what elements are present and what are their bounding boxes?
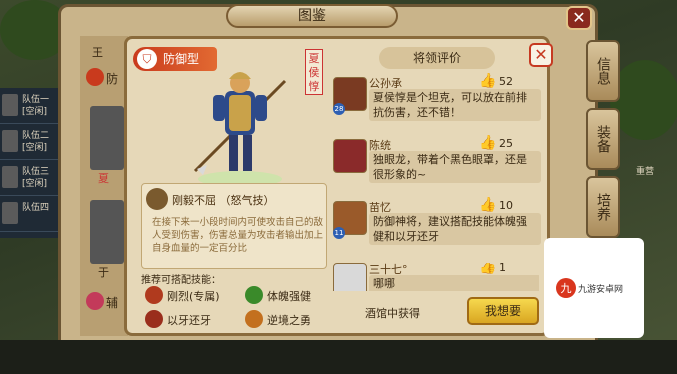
match-skill-label: 刚烈(专属) xyxy=(167,290,220,303)
like-count: 25 xyxy=(499,137,513,150)
match-skill[interactable]: 刚烈(专属) xyxy=(145,285,235,307)
skill-icon xyxy=(146,188,168,210)
general-card[interactable] xyxy=(90,106,124,170)
review-text: 哪哪 xyxy=(369,275,539,291)
skill-description: 在接下来一小段时间内可使攻击自己的敌人受到伤害，伤害总量为攻击者输出加上自身血量… xyxy=(152,217,324,254)
bg-label-wang: 王 xyxy=(92,46,103,59)
team-avatar xyxy=(2,94,18,116)
team-avatar xyxy=(2,166,18,188)
match-skill[interactable]: 以牙还牙 xyxy=(145,309,235,331)
match-skill-label: 逆境之勇 xyxy=(267,314,311,327)
match-skill-label: 以牙还牙 xyxy=(167,314,211,327)
svg-text:九: 九 xyxy=(561,282,572,295)
match-skills-title: 推荐可搭配技能： xyxy=(141,275,221,286)
team-status: [空闲] xyxy=(22,143,48,153)
bg-label-fu: 辅 xyxy=(106,296,119,310)
bg-label-fang: 防 xyxy=(106,72,119,86)
general-detail-dialog: ⛉ 防御型 夏侯惇 刚毅不屈 （怒气技） 在接下来一小段时间内可使攻击自己的敌人… xyxy=(124,36,553,336)
general-name-tag: 夏侯惇 xyxy=(305,49,323,95)
shield-icon xyxy=(86,68,104,86)
tab-equipment[interactable]: 装备 xyxy=(586,108,620,170)
skill-icon xyxy=(145,286,163,304)
team-avatar xyxy=(2,202,18,224)
review-item: 28 公孙承 👍 52 夏侯惇是个坦克，可以放在前排抗伤害，还不错！ xyxy=(333,73,541,135)
window-title: 图鉴 xyxy=(226,4,398,28)
bottom-bar xyxy=(0,340,677,374)
want-button[interactable]: 我想要 xyxy=(467,297,539,325)
thumbs-up-icon[interactable]: 👍 xyxy=(479,135,496,151)
thumbs-up-icon[interactable]: 👍 xyxy=(479,73,496,89)
review-text: 独眼龙，带着个黑色眼罩，还是很形象的~ xyxy=(369,151,541,183)
tab-training[interactable]: 培养 xyxy=(586,176,620,238)
heart-icon xyxy=(86,292,104,310)
tab-info[interactable]: 信息 xyxy=(586,40,620,102)
review-text: 防御神将，建议搭配技能体魄强健和以牙还牙 xyxy=(369,213,541,245)
level-badge: 28 xyxy=(333,103,345,115)
review-item: 三十七° 👍 1 哪哪 xyxy=(333,263,539,291)
thumbs-up-icon[interactable]: 👍 xyxy=(479,263,496,275)
close-button[interactable]: ✕ xyxy=(529,43,553,67)
background-general-list: 王 防 夏 于 辅 xyxy=(80,36,128,336)
team-name: 队伍四 xyxy=(22,203,50,213)
shield-icon: ⛉ xyxy=(137,49,157,69)
skill-icon xyxy=(245,286,263,304)
review-item: 11 苗忆 👍 10 防御神将，建议搭配技能体魄强健和以牙还牙 xyxy=(333,197,541,259)
level-badge: 11 xyxy=(333,227,345,239)
window-close-button[interactable]: ✕ xyxy=(566,6,592,30)
reviewer-avatar xyxy=(333,263,367,291)
match-skill[interactable]: 逆境之勇 xyxy=(245,309,335,331)
skill-title: 刚毅不屈 （怒气技） xyxy=(172,194,275,207)
review-item: 陈统 👍 25 独眼龙，带着个黑色眼罩，还是很形象的~ xyxy=(333,135,541,197)
skill-icon xyxy=(245,310,263,328)
bg-label-xia: 夏 xyxy=(98,172,109,185)
general-portrait xyxy=(193,72,287,187)
like-count: 1 xyxy=(499,263,506,274)
like-count: 52 xyxy=(499,75,513,88)
like-count: 10 xyxy=(499,199,513,212)
source-text: 酒馆中获得 xyxy=(365,307,420,320)
thumbs-up-icon[interactable]: 👍 xyxy=(479,197,496,213)
skill-box: 刚毅不屈 （怒气技） 在接下来一小段时间内可使攻击自己的敌人受到伤害，伤害总量为… xyxy=(141,183,327,269)
general-info-pane: ⛉ 防御型 夏侯惇 刚毅不屈 （怒气技） 在接下来一小段时间内可使攻击自己的敌人… xyxy=(131,43,331,331)
map-label: 重营 xyxy=(636,167,655,177)
evaluation-pane: 将领评价 ✕ 28 公孙承 👍 52 夏侯惇是个坦克，可以放在前排抗伤害，还不错… xyxy=(333,43,553,331)
match-skill[interactable]: 体魄强健 xyxy=(245,285,335,307)
skill-icon xyxy=(145,310,163,328)
review-text: 夏侯惇是个坦克，可以放在前排抗伤害，还不错！ xyxy=(369,89,541,121)
team-avatar xyxy=(2,130,18,152)
evaluation-header: 将领评价 xyxy=(379,47,495,69)
reviewer-avatar xyxy=(333,139,367,173)
match-skill-label: 体魄强健 xyxy=(267,290,311,303)
team-status: [空闲] xyxy=(22,107,48,117)
watermark-logo: 九 九游安卓网 xyxy=(544,238,644,338)
bg-label-yu: 于 xyxy=(98,266,109,279)
general-card[interactable] xyxy=(90,200,124,264)
team-status: [空闲] xyxy=(22,179,48,189)
watermark-text: 九游安卓网 xyxy=(578,285,624,295)
tree-decoration xyxy=(610,60,677,140)
